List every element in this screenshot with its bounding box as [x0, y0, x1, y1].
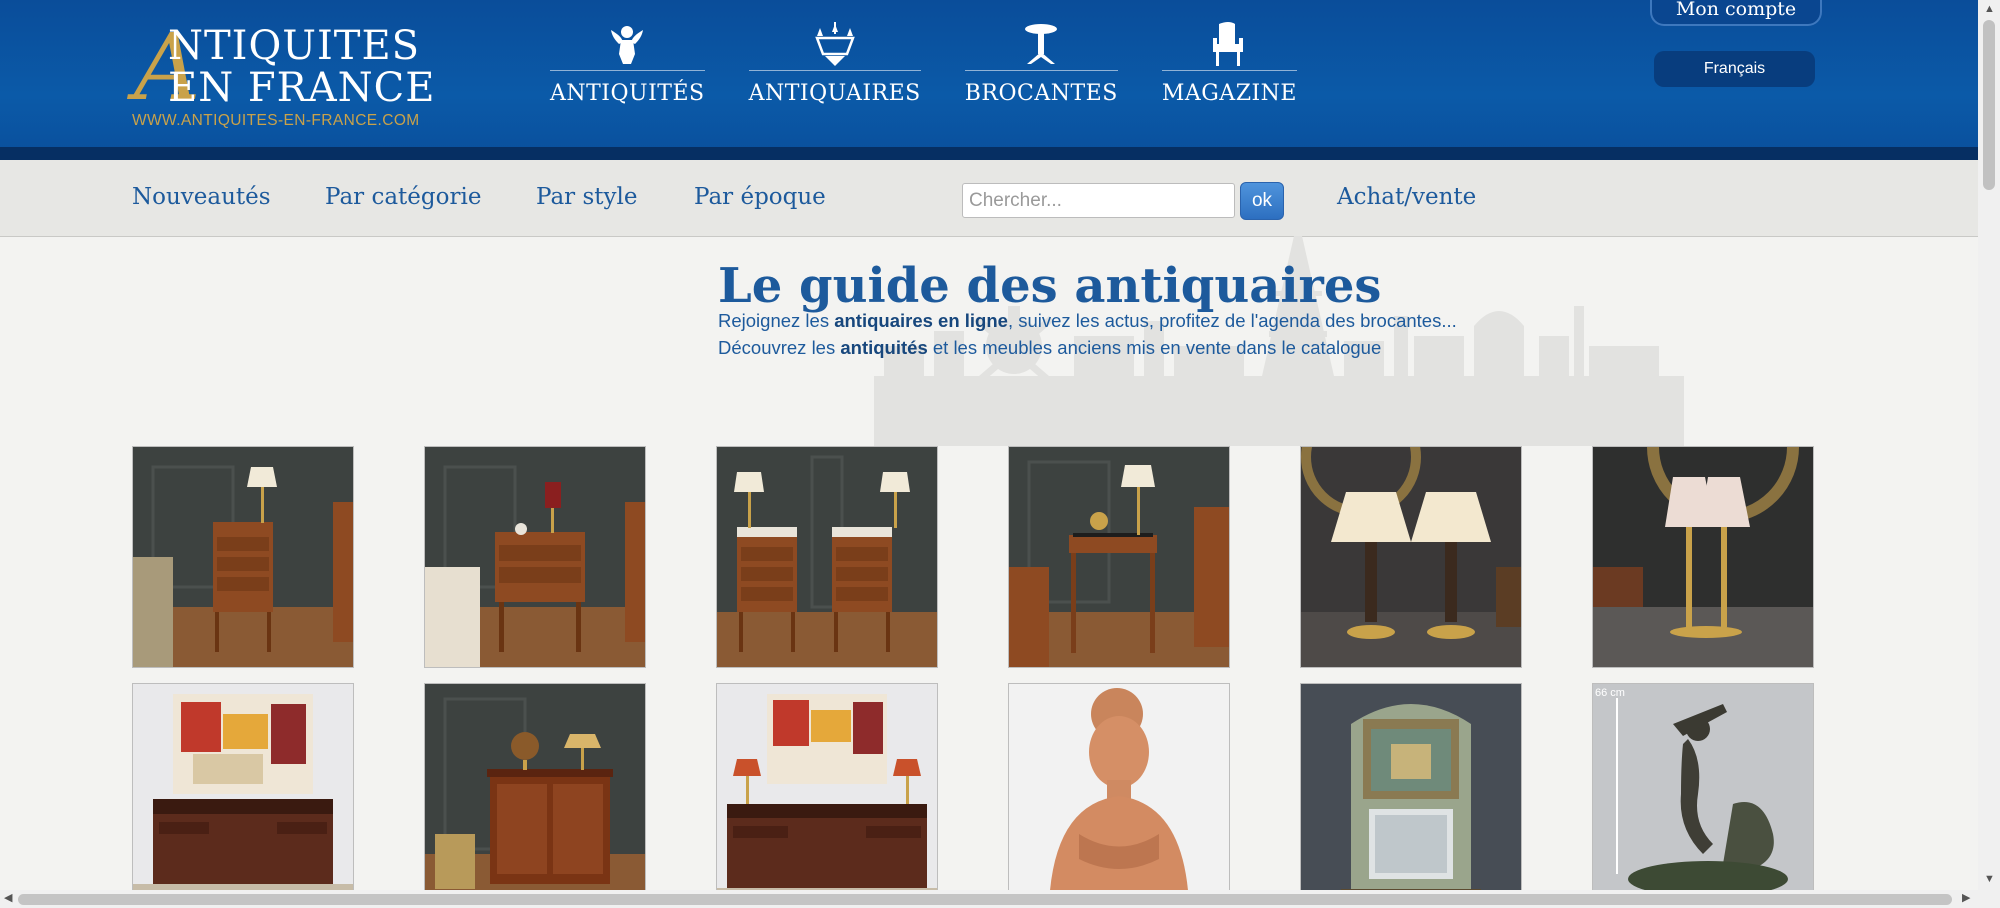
- desk-painting-photo: [133, 684, 353, 904]
- buffet-photo: [425, 684, 645, 904]
- product-thumbnail[interactable]: [1008, 683, 1230, 905]
- product-thumbnail[interactable]: [424, 446, 646, 668]
- main-nav: ANTIQUITÉS ANTIQUAIRES BROCANTES MAGAZIN…: [550, 20, 1341, 120]
- armchair-icon: [1213, 22, 1244, 66]
- main-nav-antiquites[interactable]: ANTIQUITÉS: [550, 20, 705, 120]
- sub-nav-nouveautes[interactable]: Nouveautés: [132, 184, 271, 210]
- horizontal-scroll-thumb[interactable]: [18, 894, 1952, 905]
- nav-divider: [550, 70, 705, 71]
- night-table-photo: [133, 447, 353, 667]
- nav-divider: [964, 70, 1118, 71]
- logo-url: WWW.ANTIQUITES-EN-FRANCE.COM: [132, 112, 420, 129]
- search-input[interactable]: [962, 183, 1235, 218]
- chandelier-icon: [814, 22, 855, 66]
- scroll-right-icon[interactable]: ▶: [1962, 893, 1970, 904]
- pedestal-table-icon: [1025, 24, 1058, 64]
- main-nav-antiquaires[interactable]: ANTIQUAIRES: [748, 20, 921, 120]
- product-thumbnail[interactable]: 66 cm: [1592, 683, 1814, 905]
- sub-nav-par-epoque[interactable]: Par époque: [694, 184, 826, 210]
- pair-lamps-photo: [1301, 447, 1521, 667]
- main-nav-label: ANTIQUAIRES: [748, 81, 921, 106]
- main-nav-brocantes[interactable]: BROCANTES: [964, 20, 1118, 120]
- language-selector[interactable]: Français: [1654, 51, 1815, 87]
- chest-nightstand-photo: [425, 447, 645, 667]
- main-nav-label: ANTIQUITÉS: [550, 81, 705, 106]
- hero-intro-line-2: Découvrez les antiquités et les meubles …: [718, 337, 1382, 358]
- logo-line-1: NTIQUITES: [168, 23, 421, 69]
- terracotta-bust-photo: [1009, 684, 1229, 904]
- product-thumbnail[interactable]: [1592, 446, 1814, 668]
- main-nav-label: BROCANTES: [964, 81, 1118, 106]
- trumeau-mirror-photo: [1301, 684, 1521, 904]
- link-antiquites[interactable]: antiquités: [840, 337, 927, 358]
- product-thumbnail[interactable]: [424, 683, 646, 905]
- main-nav-magazine[interactable]: MAGAZINE: [1161, 20, 1297, 120]
- page-title: Le guide des antiquaires: [718, 258, 1382, 314]
- search-ok-button[interactable]: ok: [1240, 182, 1284, 220]
- nav-divider: [1161, 70, 1297, 71]
- scroll-up-icon[interactable]: ▲: [1984, 4, 1995, 15]
- side-table-photo: [1009, 447, 1229, 667]
- product-thumbnail[interactable]: [1300, 683, 1522, 905]
- logo-line-2: EN FRANCE: [168, 65, 436, 111]
- sub-nav-achat-vente[interactable]: Achat/vente: [1337, 184, 1476, 210]
- main-nav-label: MAGAZINE: [1161, 81, 1297, 106]
- scrollbar-corner: [1978, 890, 2000, 908]
- product-thumbnail[interactable]: [132, 683, 354, 905]
- link-antiquaires-en-ligne[interactable]: antiquaires en ligne: [834, 310, 1008, 331]
- product-thumbnail[interactable]: [716, 446, 938, 668]
- product-thumbnail[interactable]: [1300, 446, 1522, 668]
- desk-painting-lamps-photo: [717, 684, 937, 904]
- horizontal-scrollbar[interactable]: ◀ ▶: [0, 890, 1978, 908]
- sub-nav-par-categorie[interactable]: Par catégorie: [325, 184, 481, 210]
- bronze-sculpture-photo: 66 cm: [1593, 684, 1813, 904]
- nav-divider: [748, 70, 921, 71]
- scroll-down-icon[interactable]: ▼: [1984, 874, 1995, 885]
- product-thumbnail[interactable]: [132, 446, 354, 668]
- scroll-left-icon[interactable]: ◀: [4, 893, 12, 904]
- vertical-scrollbar[interactable]: ▲ ▼: [1978, 0, 2000, 890]
- cherub-icon: [611, 26, 644, 64]
- pair-nightstands-photo: [717, 447, 937, 667]
- vertical-scroll-thumb[interactable]: [1983, 20, 1995, 190]
- site-logo[interactable]: A NTIQUITES EN FRANCE WWW.ANTIQUITES-EN-…: [130, 22, 440, 132]
- account-tab[interactable]: Mon compte: [1650, 0, 1822, 26]
- hero-intro-line-1: Rejoignez les antiquaires en ligne, suiv…: [718, 310, 1457, 331]
- header-bottom-band: [0, 147, 1978, 160]
- sub-nav-par-style[interactable]: Par style: [536, 184, 637, 210]
- table-lamps-photo: [1593, 447, 1813, 667]
- product-thumbnail[interactable]: [716, 683, 938, 905]
- product-thumbnail[interactable]: [1008, 446, 1230, 668]
- measure-label: 66 cm: [1595, 687, 1625, 699]
